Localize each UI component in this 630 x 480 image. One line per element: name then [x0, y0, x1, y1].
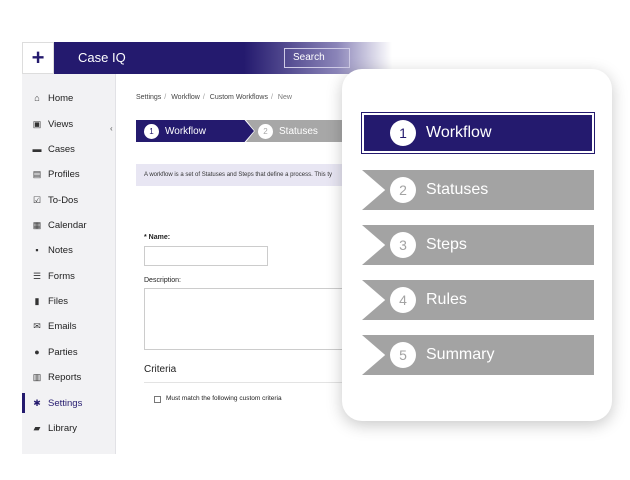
criteria-heading: Criteria — [144, 364, 177, 375]
sidebar-item-label: Cases — [48, 143, 75, 155]
breadcrumb-current: New — [277, 94, 292, 101]
sidebar-item-todos[interactable]: ☑ To-Dos — [22, 190, 116, 210]
zoom-step-summary[interactable]: 5 Summary — [362, 335, 594, 375]
sidebar-item-calendar[interactable]: ▦ Calendar — [22, 215, 116, 235]
step-label: Statuses — [279, 125, 318, 137]
step-label: Steps — [426, 236, 467, 253]
sidebar-item-label: To-Dos — [48, 194, 79, 206]
criteria-checkbox[interactable] — [154, 396, 161, 403]
sidebar: ‹ ⌂ Home ▣ Views ▬ Cases ▤ Profiles ☑ To-Dos … — [22, 74, 116, 454]
sidebar-item-label: Forms — [48, 270, 75, 282]
sidebar-item-label: Notes — [48, 244, 73, 256]
zoom-step-workflow[interactable]: 1 Workflow — [361, 112, 595, 154]
sidebar-item-files[interactable]: ▮ Files — [22, 291, 116, 311]
breadcrumb-workflow[interactable]: Workflow — [171, 94, 200, 101]
criteria-checkbox-label: Must match the following custom criteria — [166, 395, 282, 402]
home-icon: ⌂ — [34, 93, 40, 103]
step-workflow[interactable]: 1 Workflow — [136, 120, 254, 142]
step-label: Rules — [426, 291, 467, 308]
breadcrumb-custom-workflows[interactable]: Custom Workflows — [210, 94, 268, 101]
brand-logo: Case IQ — [78, 50, 126, 65]
file-icon: ▮ — [34, 296, 40, 306]
name-input[interactable] — [144, 246, 268, 266]
zoom-step-steps[interactable]: 3 Steps — [362, 225, 594, 265]
sidebar-item-views[interactable]: ▣ Views — [22, 114, 116, 134]
step-number: 4 — [390, 287, 416, 313]
breadcrumb: Settings / Workflow / Custom Workflows / Ne… — [136, 94, 292, 101]
top-bar: + Case IQ Search — [22, 42, 392, 74]
list-icon: ☰ — [32, 271, 42, 281]
sidebar-item-emails[interactable]: ✉ Emails — [22, 316, 116, 336]
views-icon: ▣ — [32, 119, 42, 129]
sidebar-item-cases[interactable]: ▬ Cases — [22, 139, 116, 159]
zoom-card: 1 Workflow 2 Statuses 3 Steps 4 Rules 5 … — [342, 69, 612, 421]
name-label: * Name: — [144, 234, 171, 241]
note-icon: ▪ — [35, 245, 39, 255]
sidebar-item-label: Library — [48, 422, 78, 434]
sidebar-item-reports[interactable]: ▥ Reports — [22, 367, 116, 387]
sidebar-item-notes[interactable]: ▪ Notes — [22, 240, 116, 260]
checkbox-icon: ☑ — [32, 195, 42, 205]
step-label: Workflow — [426, 124, 492, 141]
sidebar-item-library[interactable]: ▰ Library — [22, 418, 116, 438]
folder-icon: ▬ — [32, 144, 42, 154]
sidebar-item-label: Settings — [48, 397, 83, 409]
zoom-step-statuses[interactable]: 2 Statuses — [362, 170, 594, 210]
sidebar-item-label: Parties — [48, 346, 78, 358]
step-number: 1 — [390, 120, 416, 146]
step-label: Workflow — [165, 125, 206, 137]
step-number: 1 — [144, 123, 159, 139]
sidebar-item-settings[interactable]: ✱ Settings — [22, 393, 116, 413]
description-label: Description: — [144, 277, 181, 284]
step-number: 3 — [390, 232, 416, 258]
person-icon: ● — [34, 347, 40, 357]
profile-icon: ▤ — [32, 169, 42, 179]
sidebar-item-label: Reports — [48, 371, 82, 383]
email-icon: ✉ — [33, 321, 41, 331]
sidebar-item-label: Profiles — [48, 168, 80, 180]
search-input[interactable]: Search — [284, 48, 350, 68]
sidebar-item-label: Emails — [48, 320, 77, 332]
add-button[interactable]: + — [22, 42, 54, 74]
step-label: Statuses — [426, 181, 489, 198]
sidebar-item-label: Home — [48, 92, 74, 104]
app-window: + Case IQ Search ‹ ⌂ Home ▣ Views ▬ Cases ▤… — [22, 42, 392, 454]
report-icon: ▥ — [32, 372, 42, 382]
step-number: 2 — [390, 177, 416, 203]
sidebar-item-label: Views — [48, 118, 74, 130]
step-number: 2 — [258, 123, 273, 139]
step-number: 5 — [390, 342, 416, 368]
gear-icon: ✱ — [33, 398, 41, 408]
step-statuses[interactable]: 2 Statuses — [246, 120, 356, 142]
sidebar-item-label: Files — [48, 295, 69, 307]
sidebar-item-forms[interactable]: ☰ Forms — [22, 266, 116, 286]
sidebar-item-profiles[interactable]: ▤ Profiles — [22, 164, 116, 184]
sidebar-item-label: Calendar — [48, 219, 87, 231]
book-icon: ▰ — [33, 423, 41, 433]
sidebar-item-parties[interactable]: ● Parties — [22, 342, 116, 362]
sidebar-item-home[interactable]: ⌂ Home — [22, 88, 116, 108]
step-label: Summary — [426, 346, 495, 363]
breadcrumb-settings[interactable]: Settings — [136, 94, 161, 101]
calendar-icon: ▦ — [32, 220, 42, 230]
zoom-step-rules[interactable]: 4 Rules — [362, 280, 594, 320]
